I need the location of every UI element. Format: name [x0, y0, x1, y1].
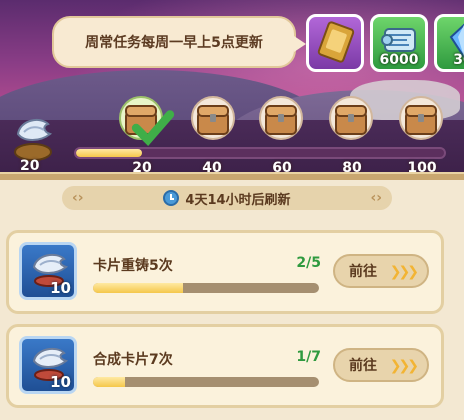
reward-item[interactable]: 6000 [370, 14, 428, 72]
winged-medal-icon [10, 112, 56, 162]
task-title: 卡片重铸5次 [93, 258, 173, 274]
weekly-points-progress-bar [74, 147, 446, 159]
milestone-chest[interactable] [258, 96, 304, 140]
refresh-timer-bar: ‹› 4天14小时后刷新 ‹› [62, 186, 392, 210]
go-button[interactable]: 前往 ❯ ❯ ❯ [333, 348, 429, 382]
go-button-label: 前往 [349, 358, 377, 374]
task-progress-text: 1/7 [296, 349, 321, 365]
task-progress-fill [93, 283, 184, 293]
chest-icon [259, 96, 303, 140]
reward-item[interactable] [306, 14, 364, 72]
banner-frame [0, 172, 464, 180]
task-title: 合成卡片7次 [93, 352, 173, 368]
reward-amount: 30 [453, 52, 464, 68]
task-progress-bar [93, 377, 319, 387]
refresh-timer-text: 4天14小时后刷新 [185, 192, 291, 208]
milestone-chest[interactable] [190, 96, 236, 140]
reward-amount: 6000 [379, 52, 419, 68]
reward-preview-list: 6000 30 [306, 14, 464, 72]
task-progress-fill [93, 377, 125, 387]
left-arrow-decoration-icon: ‹› [72, 190, 84, 206]
golden-ticket-icon [317, 21, 355, 63]
chest-icon [191, 96, 235, 140]
milestone-chest[interactable] [328, 96, 374, 140]
milestone-chest[interactable] [398, 96, 444, 140]
right-arrow-decoration-icon: ‹› [370, 190, 382, 206]
chevrons-icon: ❯ ❯ ❯ [389, 264, 419, 280]
milestone-chest-claimed[interactable] [118, 96, 175, 147]
task-reward-icon: 10 [19, 242, 77, 300]
go-button-label: 前往 [349, 264, 377, 280]
clock-icon [163, 190, 180, 206]
task-reward-icon: 10 [19, 336, 77, 394]
task-reward-amount: 10 [50, 373, 71, 391]
task-card: 10 合成卡片7次 1/7 前往 ❯ ❯ ❯ [6, 324, 444, 408]
checkmark-icon [131, 110, 175, 147]
update-note-bubble: 周常任务每周一早上5点更新 [52, 16, 306, 68]
task-card: 10 卡片重铸5次 2/5 前往 ❯ ❯ ❯ [6, 230, 444, 314]
chevrons-icon: ❯ ❯ ❯ [389, 358, 419, 374]
task-progress-text: 2/5 [296, 255, 321, 271]
chest-icon [329, 96, 373, 140]
chest-icon [399, 96, 443, 140]
weekly-reward-banner: 周常任务每周一早上5点更新 6000 3 20 20 40 60 80 100 [0, 0, 464, 180]
update-note-text: 周常任务每周一早上5点更新 [85, 35, 263, 51]
task-reward-amount: 10 [50, 279, 71, 297]
reward-item[interactable]: 30 [434, 14, 464, 72]
task-progress-bar [93, 283, 319, 293]
weekly-points-progress-fill [76, 149, 143, 157]
weekly-tasks-panel: 周常任务每周一早上5点更新 6000 3 20 20 40 60 80 100 … [0, 0, 464, 420]
go-button[interactable]: 前往 ❯ ❯ ❯ [333, 254, 429, 288]
